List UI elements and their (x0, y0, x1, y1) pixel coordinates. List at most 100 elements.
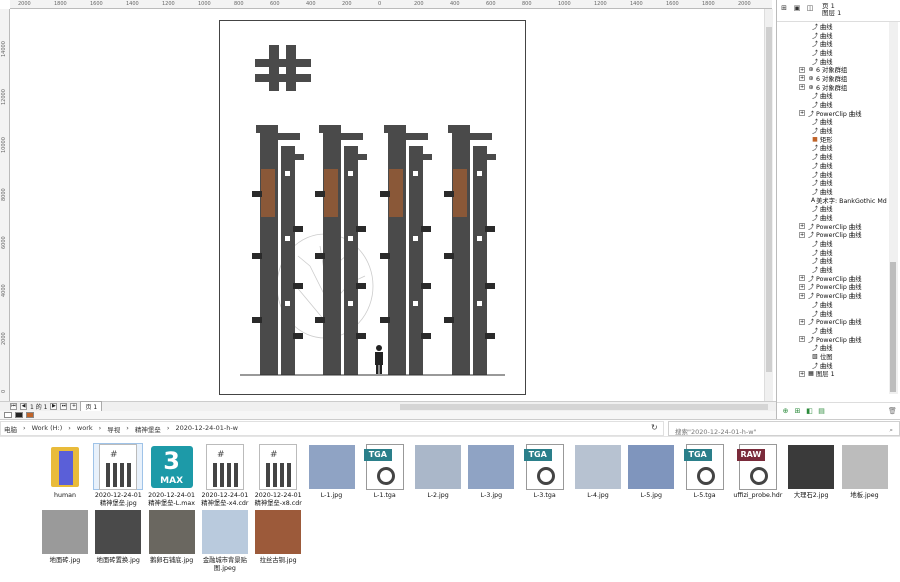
file-item[interactable]: 金融城市背景贴图.jpeg (200, 508, 250, 572)
drawing-canvas[interactable] (10, 9, 764, 401)
new-master-layer-icon[interactable]: ⊞ (793, 407, 802, 416)
delete-icon[interactable]: 🗑 (888, 407, 897, 416)
object-tree-row[interactable]: + ⤴ PowerClip 曲线 (777, 283, 889, 291)
object-tree-row[interactable]: ⤴ 曲线 (777, 326, 889, 335)
object-tree-row[interactable]: + ⊛ 6 对象群组 (777, 74, 889, 83)
object-tree-row[interactable]: + ⊛ 6 对象群组 (777, 65, 889, 74)
file-item[interactable]: L-4.jpg (573, 443, 623, 500)
file-item[interactable]: TGA L-5.tga (680, 443, 730, 500)
add-page-button[interactable]: + (70, 403, 78, 410)
object-tree-row[interactable]: + ⤴ PowerClip 曲线 (777, 317, 889, 326)
object-tree-row[interactable]: ⤴ 曲线 (777, 126, 889, 135)
artboard-page[interactable] (219, 20, 526, 395)
vertical-ruler[interactable]: 14000 12000 10000 8000 6000 4000 2000 0 (0, 9, 10, 401)
file-item[interactable]: #2020-12-24-01 精神堡垒.jpg (93, 443, 144, 507)
show-properties-icon[interactable]: ▣ (792, 3, 802, 13)
object-tree-row[interactable]: ▧ 位图 (777, 352, 889, 361)
breadcrumb-item[interactable]: 精神堡垒 (135, 424, 161, 434)
object-tree-row[interactable]: ⤴ 曲线 (777, 178, 889, 187)
expand-toggle-icon[interactable]: + (799, 336, 805, 343)
file-item[interactable]: 地面砖.jpg (40, 508, 90, 565)
last-page-button[interactable]: ⏭ (60, 403, 68, 410)
file-item[interactable]: TGA L-1.tga (360, 443, 410, 500)
object-tree-row[interactable]: ⤴ 曲线 (777, 213, 889, 222)
swatch-orange[interactable] (26, 412, 34, 418)
file-item[interactable]: 拉丝古铜.jpg (253, 508, 303, 565)
breadcrumb-item[interactable]: 2020-12-24-01-h-w (175, 424, 238, 434)
file-item[interactable]: human (40, 443, 90, 500)
object-tree-row[interactable]: + ⤴ PowerClip 曲线 (777, 222, 889, 231)
object-tree-row[interactable]: + ▦ 图层 1 (777, 370, 889, 378)
expand-toggle-icon[interactable]: + (799, 275, 805, 282)
object-tree-row[interactable]: + ⤴ PowerClip 曲线 (777, 335, 889, 344)
file-item[interactable]: #2020-12-24-01 精神堡垒-x4.cdr (200, 443, 250, 507)
file-item[interactable]: 鹅卵石铺底.jpg (147, 508, 197, 565)
expand-toggle-icon[interactable]: + (799, 75, 805, 82)
object-tree-row[interactable]: ⤴ 曲线 (777, 204, 889, 213)
object-tree-row[interactable]: ⤴ 曲线 (777, 31, 889, 40)
breadcrumb-item[interactable]: 电脑 (4, 424, 17, 434)
first-page-button[interactable]: ⏮ (10, 403, 17, 410)
file-item[interactable]: L-2.jpg (413, 443, 463, 500)
expand-toggle-icon[interactable]: + (799, 370, 805, 377)
expand-toggle-icon[interactable]: + (799, 292, 805, 299)
expand-toggle-icon[interactable]: + (799, 283, 805, 290)
object-tree-row[interactable]: ⤴ 曲线 (777, 152, 889, 161)
object-tree-row[interactable]: + ⤴ PowerClip 曲线 (777, 291, 889, 300)
file-item[interactable]: 地板.jpeg (840, 443, 890, 500)
expand-toggle-icon[interactable]: + (799, 231, 805, 238)
layer-manager-icon[interactable]: ◫ (805, 3, 815, 13)
file-item[interactable]: 地面砖置换.jpg (93, 508, 143, 565)
object-tree-row[interactable]: ⤴ 曲线 (777, 161, 889, 170)
horizontal-ruler[interactable]: 2000 1800 1600 1400 1200 1000 800 600 400 200 0 200… (10, 0, 772, 9)
canvas-horizontal-scrollbar[interactable] (400, 404, 768, 410)
object-tree-row[interactable]: ⤴ 曲线 (777, 48, 889, 57)
object-tree-row[interactable]: ⤴ 曲线 (777, 343, 889, 352)
object-tree-row[interactable]: ⤴ 曲线 (777, 118, 889, 126)
breadcrumb-item[interactable]: Work (H:) (32, 424, 63, 434)
object-tree-row[interactable]: ⤴ 曲线 (777, 92, 889, 100)
object-tree-row[interactable]: ⤴ 曲线 (777, 57, 889, 66)
object-tree-row[interactable]: ⤴ 曲线 (777, 248, 889, 257)
file-item[interactable]: L-5.jpg (626, 443, 676, 500)
expand-toggle-icon[interactable]: + (799, 223, 805, 230)
object-tree-row[interactable]: + ⤴ PowerClip 曲线 (777, 274, 889, 283)
breadcrumb-item[interactable]: work (77, 424, 93, 434)
file-item[interactable]: 3 MAX 2020-12-24-01 精神堡垒-L.max (147, 443, 197, 507)
file-item[interactable]: L-3.jpg (466, 443, 516, 500)
layer-options-icon[interactable]: ◧ (805, 407, 814, 416)
no-fill-swatch[interactable] (4, 412, 12, 418)
next-page-button[interactable]: ▶ (50, 403, 58, 410)
object-tree-row[interactable]: ⤴ 曲线 (777, 144, 889, 152)
file-item[interactable]: RAW uffizi_probe.hdr (733, 443, 783, 500)
object-tree-row[interactable]: ■ 矩形 (777, 135, 889, 144)
move-layer-icon[interactable]: ▤ (817, 407, 826, 416)
expand-toggle-icon[interactable]: + (799, 66, 805, 73)
object-tree-row[interactable]: A 美术字: BankGothic Md BT (777, 196, 889, 205)
file-item[interactable]: 大理石2.jpg (786, 443, 836, 500)
object-tree-row[interactable]: ⤴ 曲线 (777, 300, 889, 309)
object-tree-row[interactable]: ⤴ 曲线 (777, 257, 889, 265)
object-tree-row[interactable]: ⤴ 曲线 (777, 100, 889, 109)
breadcrumb-item[interactable]: 导视 (107, 424, 120, 434)
search-input[interactable]: 搜索"2020-12-24-01-h-w" ⌕ (668, 421, 900, 436)
expand-toggle-icon[interactable]: + (799, 110, 805, 117)
prev-page-button[interactable]: ◀ (20, 403, 27, 410)
refresh-icon[interactable]: ↻ (651, 423, 658, 432)
object-tree-row[interactable]: ⤴ 曲线 (777, 309, 889, 318)
object-tree-row[interactable]: + ⤴ PowerClip 曲线 (777, 109, 889, 118)
object-tree-row[interactable]: + ⊛ 6 对象群组 (777, 83, 889, 92)
object-tree-row[interactable]: ⤴ 曲线 (777, 22, 889, 31)
file-item[interactable]: L-1.jpg (307, 443, 357, 500)
canvas-vertical-scrollbar[interactable] (764, 9, 773, 401)
layer-node-label[interactable]: 图层 1 (822, 10, 841, 17)
object-tree-row[interactable]: + ⤴ PowerClip 曲线 (777, 231, 889, 239)
layers-view-icon[interactable]: ⊞ (779, 3, 789, 13)
object-tree-row[interactable]: ⤴ 曲线 (777, 170, 889, 179)
object-tree-row[interactable]: ⤴ 曲线 (777, 39, 889, 48)
swatch-black[interactable] (15, 412, 23, 418)
file-item[interactable]: #2020-12-24-01 精神堡垒-x8.cdr (253, 443, 303, 507)
object-tree-row[interactable]: ⤴ 曲线 (777, 187, 889, 196)
object-tree-scrollbar[interactable] (889, 22, 898, 394)
object-tree-row[interactable]: ⤴ 曲线 (777, 239, 889, 248)
